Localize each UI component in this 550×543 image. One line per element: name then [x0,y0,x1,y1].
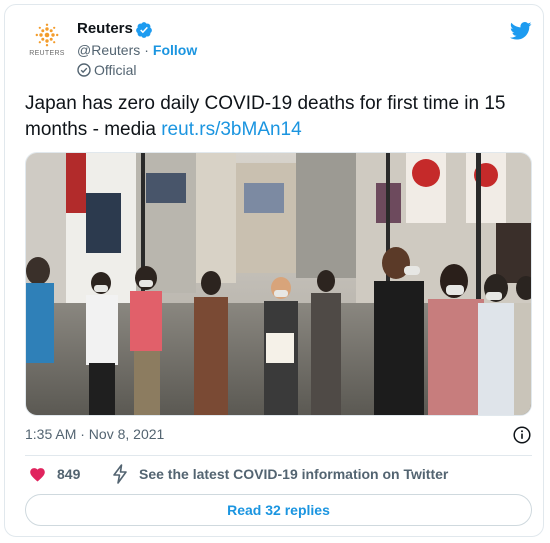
official-icon [77,63,91,77]
official-label-row: Official [77,62,137,78]
reuters-logo-icon [35,23,59,47]
covid-info-link[interactable]: See the latest COVID-19 information on T… [139,466,448,482]
read-replies-button[interactable]: Read 32 replies [25,494,532,526]
official-label: Official [94,62,137,78]
tweet-photo[interactable] [25,152,532,416]
twitter-bird-icon[interactable] [510,22,532,40]
tweet-text: Japan has zero daily COVID-19 deaths for… [25,91,525,143]
like-count[interactable]: 849 [57,466,80,482]
avatar[interactable]: REUTERS [27,23,67,63]
info-icon[interactable] [513,426,531,444]
street-crowd-image [26,153,531,415]
verified-badge-icon [136,22,152,38]
tweet-timestamp[interactable]: 1:35 AM · Nov 8, 2021 [25,426,164,442]
follow-button[interactable]: Follow [153,42,197,58]
tweet-card: REUTERS Reuters @Reuters · Follow Official… [4,4,544,537]
heart-icon[interactable] [29,466,46,482]
account-name[interactable]: Reuters [77,20,133,37]
tweet-link[interactable]: reut.rs/3bMAn14 [161,119,301,140]
account-handle-row: @Reuters · Follow [77,42,197,58]
logo-text: REUTERS [29,50,65,57]
account-handle[interactable]: @Reuters [77,42,140,58]
lightning-icon [113,464,127,484]
separator: · [144,42,149,58]
divider [25,455,532,456]
